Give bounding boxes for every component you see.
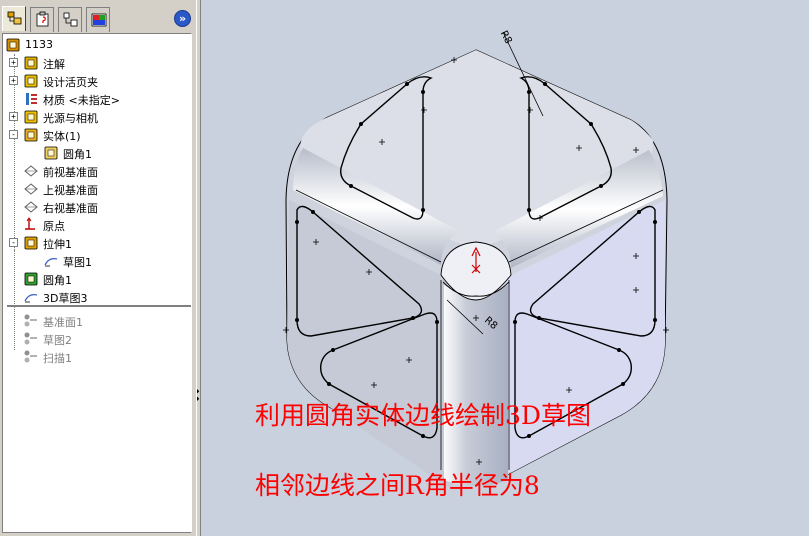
tree-item-label: 圆角1	[63, 148, 92, 161]
tree-item-label: 材质 <未指定>	[43, 94, 120, 107]
tree-item[interactable]: 草图1	[3, 252, 191, 270]
tree-item-label: 设计活页夹	[43, 76, 98, 89]
tree-item-label: 圆角1	[43, 274, 72, 287]
tree-item-label: 拉伸1	[43, 238, 72, 251]
tab-feature-manager[interactable]	[2, 6, 26, 31]
tree-item-label: 基准面1	[43, 316, 83, 329]
tree-item-label: 1133	[25, 38, 53, 51]
plane-icon	[24, 165, 38, 177]
tree-item-label: 光源与相机	[43, 112, 98, 125]
tab-display-manager[interactable]	[86, 7, 110, 32]
tree-item-label: 注解	[43, 58, 65, 71]
tree-item-label: 草图1	[63, 256, 92, 269]
tree-item-label: 实体(1)	[43, 130, 81, 143]
suppressed-feature-icon	[24, 314, 37, 327]
feature-tree: 1133 + 注解 + 设计活页夹材质 <未指定> + 光源与相机 - 实体(1) 圆角1 前视基准…	[2, 33, 192, 533]
tree-item[interactable]: + 光源与相机	[3, 108, 191, 126]
display-icon	[91, 13, 107, 27]
design-binder-icon	[24, 74, 38, 88]
expand-icon[interactable]: +	[9, 76, 18, 85]
feature-manager-panel: » 1133 + 注解 + 设计活页夹材质 <未指定> + 光源与相机 - 实体(1) 圆角1 前视…	[0, 0, 201, 536]
tree-item-label: 草图2	[43, 334, 72, 347]
part-icon	[6, 38, 20, 52]
tree-item[interactable]: 圆角1	[3, 270, 191, 288]
tree-item[interactable]: 上视基准面	[3, 180, 191, 198]
suppressed-feature-icon	[24, 350, 37, 363]
property-icon	[36, 11, 49, 27]
tree-item[interactable]: 圆角1	[3, 144, 191, 162]
tree-item[interactable]: 扫描1	[3, 348, 191, 366]
tree-item[interactable]: + 设计活页夹	[3, 72, 191, 90]
configuration-icon	[63, 12, 78, 27]
expand-icon[interactable]: +	[9, 58, 18, 67]
body-icon	[44, 146, 58, 160]
tree-item[interactable]: 3D草图3	[3, 288, 191, 306]
plane-icon	[24, 183, 38, 195]
graphics-area[interactable]: R8 R8 利用圆角实体边线绘制3D草图 相邻边线之间R角半径为8	[201, 0, 809, 536]
expand-icon[interactable]: +	[9, 112, 18, 121]
sketch-icon	[44, 257, 58, 267]
caption-line-1: 利用圆角实体边线绘制3D草图	[255, 401, 591, 430]
collapse-icon[interactable]: -	[9, 238, 18, 247]
annotation-icon	[24, 56, 38, 70]
manager-tab-bar: »	[2, 3, 195, 33]
collapse-panel-button[interactable]: »	[174, 10, 191, 27]
tree-item-label: 右视基准面	[43, 202, 98, 215]
solid-bodies-icon	[24, 128, 38, 142]
tree-item[interactable]: 前视基准面	[3, 162, 191, 180]
model-view[interactable]	[201, 0, 809, 536]
tree-item[interactable]: 材质 <未指定>	[3, 90, 191, 108]
tree-item-label: 前视基准面	[43, 166, 98, 179]
3d-sketch-icon	[24, 293, 38, 303]
tree-item[interactable]: 右视基准面	[3, 198, 191, 216]
tree-item[interactable]: 1133	[3, 36, 191, 54]
tree-item[interactable]: 草图2	[3, 330, 191, 348]
suppressed-feature-icon	[24, 332, 37, 345]
tree-item-label: 原点	[43, 220, 65, 233]
tab-configuration-manager[interactable]	[58, 7, 82, 32]
tree-item-label: 扫描1	[43, 352, 72, 365]
collapse-icon[interactable]: -	[9, 130, 18, 139]
caption-line-2: 相邻边线之间R角半径为8	[255, 471, 540, 500]
tab-property-manager[interactable]	[30, 7, 54, 32]
splitter-grip-icon	[197, 389, 200, 401]
tree-item[interactable]: 原点	[3, 216, 191, 234]
tree-item-label: 3D草图3	[43, 292, 88, 305]
extrude-icon	[24, 236, 38, 250]
tree-item[interactable]: - 实体(1)	[3, 126, 191, 144]
material-icon	[26, 93, 37, 105]
lights-camera-icon	[24, 110, 38, 124]
tree-item[interactable]: 基准面1	[3, 312, 191, 330]
tree-item[interactable]: + 注解	[3, 54, 191, 72]
tree-item-label: 上视基准面	[43, 184, 98, 197]
plane-icon	[24, 201, 38, 213]
feature-tree-icon	[7, 11, 22, 25]
tree-item[interactable]: - 拉伸1	[3, 234, 191, 252]
origin-icon	[25, 217, 35, 230]
fillet-icon	[24, 272, 38, 286]
